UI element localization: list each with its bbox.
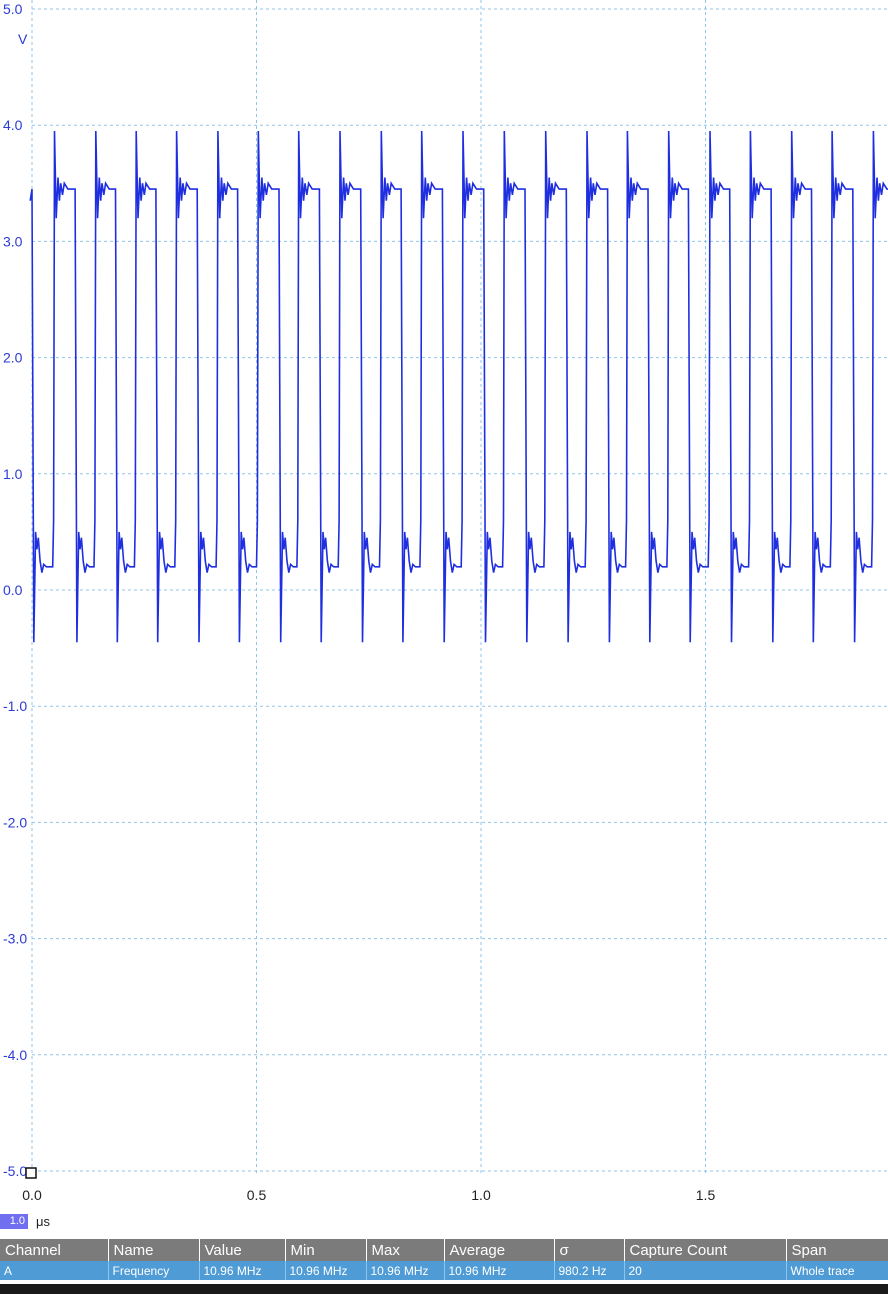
status-bar <box>0 1284 888 1294</box>
y-tick-label: -1.0 <box>3 698 27 714</box>
timebase-row: 1.0 μs <box>0 1213 888 1231</box>
y-tick-label: -3.0 <box>3 931 27 947</box>
cell-sigma: 980.2 Hz <box>554 1261 625 1280</box>
y-tick-label: 2.0 <box>3 350 23 366</box>
time-unit-label: μs <box>36 1214 50 1229</box>
channel-a-trace <box>29 130 888 643</box>
x-tick-label: 1.5 <box>696 1187 716 1203</box>
header-min[interactable]: Min <box>285 1239 367 1261</box>
y-tick-label: 0.0 <box>3 582 23 598</box>
cell-value: 10.96 MHz <box>199 1261 286 1280</box>
header-max[interactable]: Max <box>366 1239 445 1261</box>
x-axis-labels: 0.0 0.5 1.0 1.5 <box>22 1187 715 1203</box>
measurements-header-row: Channel Name Value Min Max Average σ Cap… <box>0 1239 888 1261</box>
x-tick-label: 1.0 <box>471 1187 491 1203</box>
x-tick-label: 0.5 <box>247 1187 267 1203</box>
header-average[interactable]: Average <box>444 1239 555 1261</box>
cell-capture-count: 20 <box>624 1261 787 1280</box>
header-capture-count[interactable]: Capture Count <box>624 1239 787 1261</box>
y-tick-label: 3.0 <box>3 233 23 249</box>
grid-lines <box>31 0 888 1176</box>
cell-span: Whole trace <box>786 1261 888 1280</box>
trigger-marker[interactable] <box>25 1167 37 1179</box>
cell-average: 10.96 MHz <box>444 1261 555 1280</box>
y-tick-label: 4.0 <box>3 117 23 133</box>
timebase-value-box[interactable]: 1.0 <box>0 1214 28 1229</box>
header-value[interactable]: Value <box>199 1239 286 1261</box>
header-channel[interactable]: Channel <box>0 1239 109 1261</box>
cell-channel: A <box>0 1261 109 1280</box>
y-tick-label: 5.0 <box>3 1 23 17</box>
header-sigma[interactable]: σ <box>554 1239 625 1261</box>
table-row[interactable]: A Frequency 10.96 MHz 10.96 MHz 10.96 MH… <box>0 1261 888 1280</box>
y-tick-label: -2.0 <box>3 814 27 830</box>
y-axis-labels: 5.0 4.0 3.0 2.0 1.0 0.0 -1.0 -2.0 -3.0 -4.0 -5.0 <box>3 1 27 1179</box>
y-tick-label: -4.0 <box>3 1047 27 1063</box>
cell-max: 10.96 MHz <box>366 1261 445 1280</box>
y-tick-label: -5.0 <box>3 1163 27 1179</box>
x-tick-label: 0.0 <box>22 1187 42 1203</box>
scope-plot[interactable]: 5.0 4.0 3.0 2.0 1.0 0.0 -1.0 -2.0 -3.0 -4.0 -5.0 V… <box>0 0 888 1212</box>
y-unit-label: V <box>18 31 28 47</box>
cell-min: 10.96 MHz <box>285 1261 367 1280</box>
header-span[interactable]: Span <box>786 1239 888 1261</box>
y-tick-label: 1.0 <box>3 466 23 482</box>
header-name[interactable]: Name <box>108 1239 200 1261</box>
measurements-table: Channel Name Value Min Max Average σ Cap… <box>0 1239 888 1280</box>
cell-name: Frequency <box>108 1261 200 1280</box>
